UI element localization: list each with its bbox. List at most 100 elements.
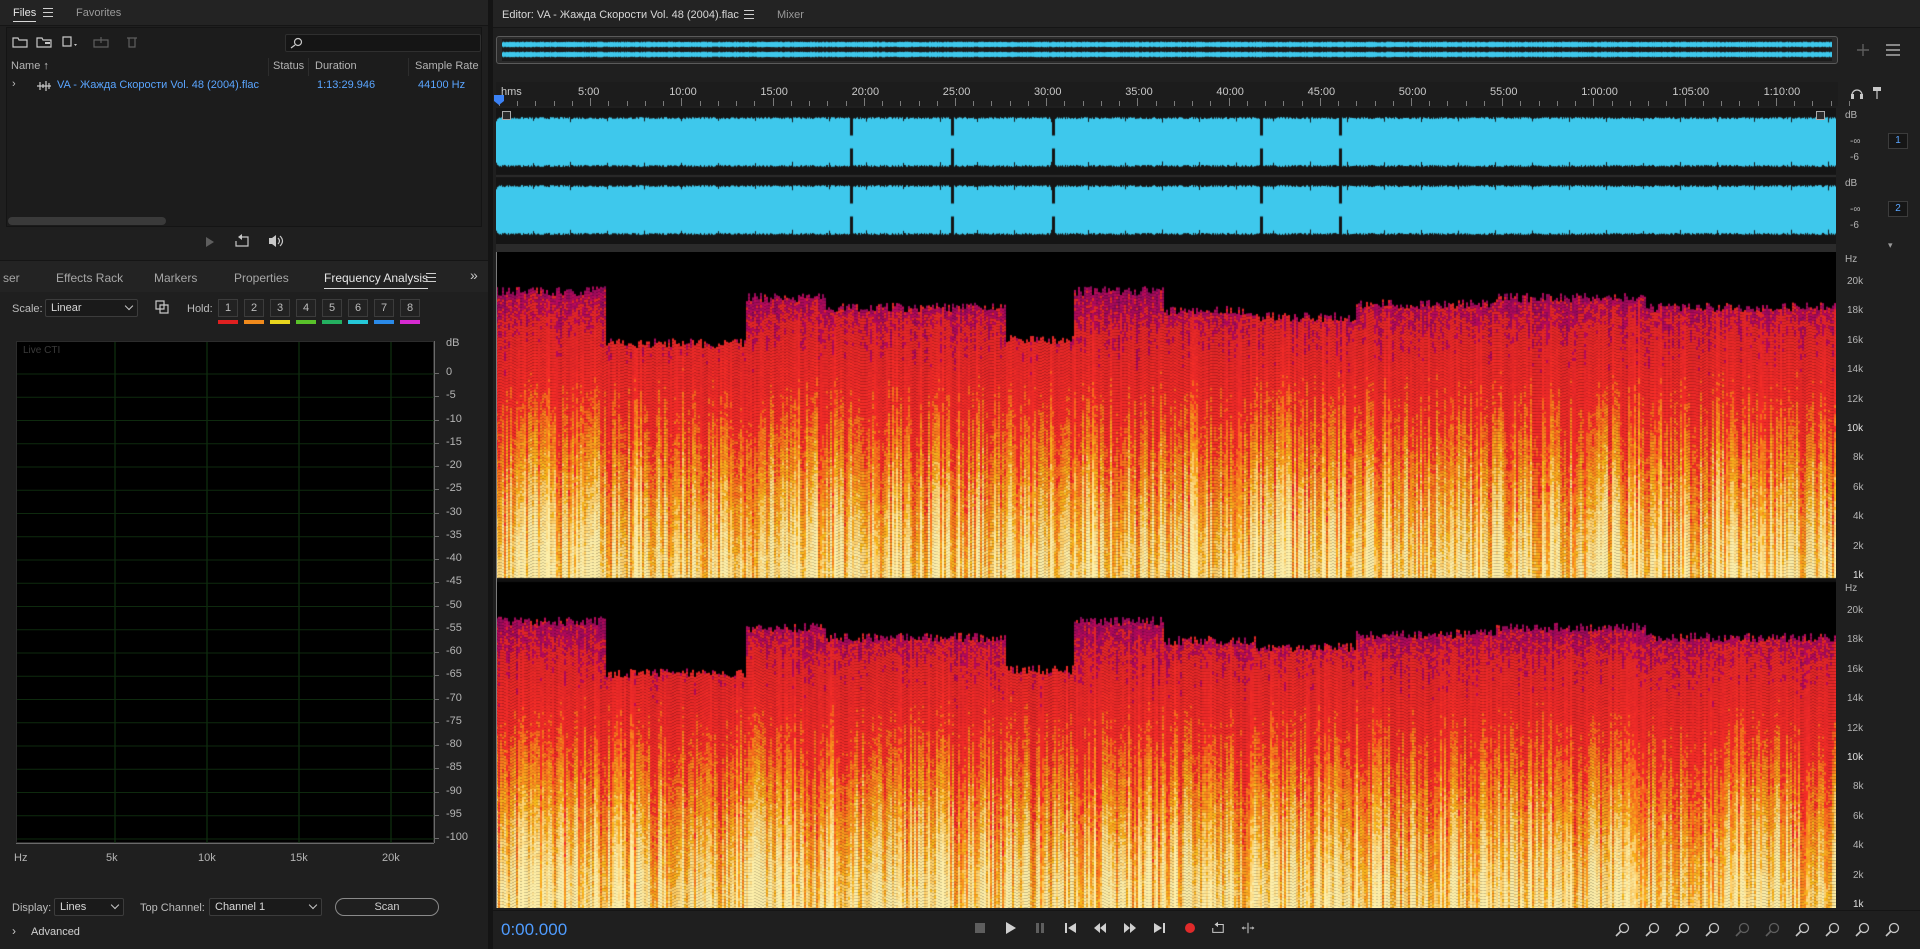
files-search-input[interactable] bbox=[285, 34, 481, 52]
files-panel bbox=[6, 27, 482, 227]
zoom-out-amplitude-icon[interactable] bbox=[1645, 921, 1661, 937]
col-status-header[interactable]: Status bbox=[273, 60, 304, 74]
file-row[interactable]: › VA - Жажда Скорости Vol. 48 (2004).fla… bbox=[8, 78, 483, 94]
tab-editor[interactable]: Editor: VA - Жажда Скорости Vol. 48 (200… bbox=[502, 2, 739, 28]
overlay-icon[interactable] bbox=[155, 300, 169, 314]
tab-markers[interactable]: Markers bbox=[154, 268, 197, 288]
advanced-chevron-icon[interactable]: › bbox=[12, 924, 16, 938]
scan-button[interactable]: Scan bbox=[335, 898, 439, 916]
tab-files[interactable]: Files bbox=[13, 0, 37, 26]
zoom-in-left-icon[interactable] bbox=[1795, 921, 1811, 937]
ruler-tick bbox=[681, 98, 683, 106]
zoom-to-selection-edges-icon[interactable] bbox=[1855, 921, 1871, 937]
tab-frequency-analysis[interactable]: Frequency Analysis bbox=[324, 268, 429, 289]
waveform-spectral-splitter[interactable] bbox=[496, 244, 1836, 252]
overview-bar[interactable] bbox=[496, 36, 1838, 64]
spectral-tick-label: 20k bbox=[1847, 605, 1864, 616]
files-horizontal-scrollbar[interactable] bbox=[8, 217, 166, 225]
channel-2-toggle[interactable]: 2 bbox=[1888, 201, 1908, 217]
zoom-to-selection-icon[interactable] bbox=[1765, 921, 1781, 937]
fade-out-handle[interactable] bbox=[1816, 111, 1825, 120]
col-divider[interactable] bbox=[408, 58, 409, 76]
ruler-tick bbox=[1447, 101, 1449, 106]
tab-favorites[interactable]: Favorites bbox=[76, 0, 121, 26]
waveform-area[interactable] bbox=[496, 108, 1836, 244]
frequency-panel-menu-icon[interactable] bbox=[426, 273, 436, 282]
col-duration-header[interactable]: Duration bbox=[315, 60, 357, 74]
db-tick-label: -80 bbox=[446, 738, 462, 750]
fade-in-handle[interactable] bbox=[502, 111, 511, 120]
db-tick-mark bbox=[434, 698, 439, 700]
frequency-graph[interactable]: Live CTI bbox=[16, 341, 435, 844]
current-time-display[interactable]: 0:00.000 bbox=[501, 920, 567, 940]
expand-chevron-icon[interactable]: › bbox=[12, 78, 16, 90]
record-icon[interactable] bbox=[1183, 921, 1197, 935]
time-ruler[interactable] bbox=[496, 82, 1838, 106]
channel-1-toggle[interactable]: 1 bbox=[1888, 133, 1908, 149]
ruler-tick bbox=[626, 101, 628, 106]
col-sample-rate-header[interactable]: Sample Rate bbox=[415, 60, 479, 74]
zoom-out-time-icon[interactable] bbox=[1705, 921, 1721, 937]
open-file-icon[interactable] bbox=[12, 36, 28, 48]
collapse-chevron-icon[interactable]: ▾ bbox=[1888, 240, 1893, 251]
skip-to-start-icon[interactable] bbox=[1063, 921, 1077, 935]
db-tick-label: -95 bbox=[446, 807, 462, 820]
overflow-chevrons-icon[interactable]: » bbox=[470, 267, 478, 283]
fast-forward-icon[interactable] bbox=[1123, 921, 1137, 935]
hold-button-7[interactable]: 7 bbox=[374, 299, 394, 317]
zoom-in-right-icon[interactable] bbox=[1825, 921, 1841, 937]
toggle-spectral-display-icon[interactable] bbox=[1885, 42, 1901, 58]
tab-properties[interactable]: Properties bbox=[234, 268, 289, 288]
ruler-tick bbox=[1283, 101, 1285, 106]
stop-icon[interactable] bbox=[973, 921, 987, 935]
top-channel-label: Top Channel: bbox=[140, 902, 205, 914]
tab-effects-rack[interactable]: Effects Rack bbox=[56, 268, 123, 288]
hold-button-2[interactable]: 2 bbox=[244, 299, 264, 317]
display-select[interactable]: Lines bbox=[54, 898, 124, 916]
hold-button-4[interactable]: 4 bbox=[296, 299, 316, 317]
open-append-icon[interactable] bbox=[36, 36, 52, 48]
play-preview-icon[interactable] bbox=[205, 236, 215, 248]
skip-to-end-icon[interactable] bbox=[1153, 921, 1167, 935]
zoom-selection-reset-icon[interactable] bbox=[1885, 921, 1901, 937]
loop-preview-icon[interactable] bbox=[234, 234, 250, 248]
pause-icon[interactable] bbox=[1033, 921, 1047, 935]
zoom-in-time-icon[interactable] bbox=[1675, 921, 1691, 937]
skip-selection-icon[interactable] bbox=[1241, 921, 1255, 935]
pin-icon[interactable] bbox=[1871, 86, 1883, 100]
top-channel-select[interactable]: Channel 1 bbox=[209, 898, 322, 916]
playhead-marker-icon[interactable] bbox=[493, 94, 505, 106]
ruler-tick bbox=[1210, 101, 1212, 106]
spectral-display[interactable] bbox=[496, 252, 1836, 908]
hold-color-swatch bbox=[322, 320, 342, 324]
zoom-out-full-icon[interactable] bbox=[1735, 921, 1751, 937]
files-panel-menu-icon[interactable] bbox=[43, 8, 53, 17]
scale-select[interactable]: Linear bbox=[45, 299, 138, 317]
advanced-toggle[interactable]: Advanced bbox=[31, 926, 80, 938]
headphones-icon[interactable] bbox=[1850, 86, 1864, 100]
hold-button-5[interactable]: 5 bbox=[322, 299, 342, 317]
col-divider[interactable] bbox=[268, 58, 269, 76]
delete-icon bbox=[127, 37, 137, 48]
tab-media-browser[interactable]: ser bbox=[3, 268, 20, 288]
col-name-header[interactable]: Name ↑ bbox=[11, 60, 49, 74]
ruler-tick bbox=[1684, 98, 1686, 106]
col-divider[interactable] bbox=[308, 58, 309, 76]
spectral-tick-label: 18k bbox=[1847, 634, 1864, 646]
tab-mixer[interactable]: Mixer bbox=[777, 2, 804, 28]
zoom-in-amplitude-icon[interactable] bbox=[1615, 921, 1631, 937]
hold-button-6[interactable]: 6 bbox=[348, 299, 368, 317]
ruler-tick bbox=[1556, 101, 1558, 106]
play-icon[interactable] bbox=[1003, 921, 1017, 935]
editor-menu-icon[interactable] bbox=[744, 10, 754, 19]
rewind-icon[interactable] bbox=[1093, 921, 1107, 935]
hold-button-8[interactable]: 8 bbox=[400, 299, 420, 317]
new-file-icon[interactable] bbox=[62, 36, 78, 48]
hold-button-3[interactable]: 3 bbox=[270, 299, 290, 317]
zoom-in-amplitude-icon[interactable] bbox=[1855, 42, 1871, 58]
ruler-tick bbox=[1027, 101, 1029, 106]
auto-play-speaker-icon[interactable] bbox=[264, 234, 284, 248]
hold-button-1[interactable]: 1 bbox=[218, 299, 238, 317]
db-tick-mark bbox=[434, 605, 439, 607]
loop-playback-icon[interactable] bbox=[1211, 921, 1225, 935]
